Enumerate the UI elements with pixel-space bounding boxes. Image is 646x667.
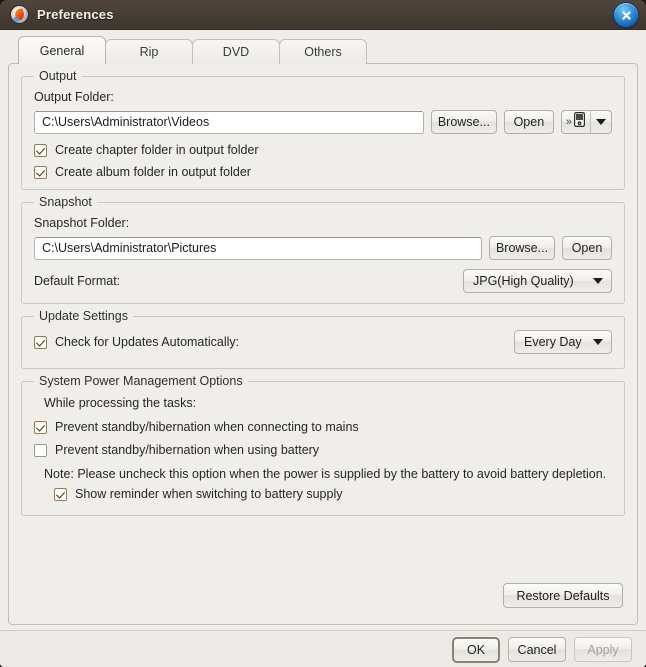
prevent-standby-battery-row[interactable]: Prevent standby/hibernation when using b… (34, 443, 612, 457)
dialog-footer: OK Cancel Apply (0, 630, 646, 667)
output-group: Output Output Folder: C:\Users\Administr… (21, 69, 625, 190)
preferences-window: Preferences General Rip DVD Others Outpu… (0, 0, 646, 667)
prevent-standby-battery-checkbox[interactable] (34, 443, 47, 457)
prevent-standby-mains-row[interactable]: Prevent standby/hibernation when connect… (34, 420, 612, 434)
update-frequency-select[interactable]: Every Day (514, 330, 612, 354)
default-format-label: Default Format: (34, 274, 121, 288)
panel-spacer (21, 516, 625, 583)
show-reminder-checkbox[interactable] (54, 487, 67, 501)
tab-panel-general: Output Output Folder: C:\Users\Administr… (8, 63, 638, 625)
update-frequency-value: Every Day (524, 335, 582, 349)
show-reminder-row[interactable]: Show reminder when switching to battery … (54, 487, 612, 501)
output-device-dropdown-arrow[interactable] (591, 111, 611, 133)
snapshot-open-button[interactable]: Open (562, 236, 612, 260)
check-updates-row[interactable]: Check for Updates Automatically: (34, 335, 239, 349)
output-browse-button[interactable]: Browse... (430, 110, 497, 134)
snapshot-folder-input[interactable]: C:\Users\Administrator\Pictures (34, 236, 482, 260)
tab-general-label: General (39, 43, 85, 58)
update-settings-group: Update Settings Check for Updates Automa… (21, 309, 625, 369)
tab-rip[interactable]: Rip (105, 39, 193, 64)
tab-general[interactable]: General (18, 36, 106, 65)
ok-button[interactable]: OK (452, 636, 500, 663)
output-folder-label: Output Folder: (34, 90, 114, 104)
disc-icon (11, 6, 28, 23)
snapshot-group-legend: Snapshot (34, 195, 97, 209)
chevron-down-icon (593, 339, 603, 345)
close-icon[interactable] (614, 3, 638, 27)
power-management-legend: System Power Management Options (34, 374, 248, 388)
output-device-button[interactable]: » (562, 111, 591, 133)
show-reminder-label: Show reminder when switching to battery … (75, 487, 343, 501)
apply-button: Apply (574, 637, 632, 662)
prevent-standby-battery-label: Prevent standby/hibernation when using b… (55, 443, 320, 457)
tab-others[interactable]: Others (279, 39, 367, 64)
output-folder-input[interactable]: C:\Users\Administrator\Videos (34, 110, 424, 134)
output-open-button[interactable]: Open (503, 110, 554, 134)
power-subtitle: While processing the tasks: (44, 396, 197, 410)
title-bar: Preferences (0, 0, 646, 30)
create-album-folder-label: Create album folder in output folder (55, 165, 251, 179)
check-updates-label: Check for Updates Automatically: (55, 335, 240, 349)
portable-device-icon (574, 112, 586, 132)
prevent-standby-mains-label: Prevent standby/hibernation when connect… (55, 420, 359, 434)
check-updates-checkbox[interactable] (34, 335, 47, 349)
restore-row: Restore Defaults (21, 583, 625, 614)
window-title: Preferences (37, 7, 114, 22)
battery-note: Note: Please uncheck this option when th… (44, 467, 607, 481)
create-chapter-folder-row[interactable]: Create chapter folder in output folder (34, 143, 612, 157)
output-device-split-button[interactable]: » (560, 110, 612, 134)
create-chapter-folder-checkbox[interactable] (34, 143, 47, 157)
default-format-select[interactable]: JPG(High Quality) (463, 269, 612, 293)
snapshot-folder-label: Snapshot Folder: (34, 216, 130, 230)
create-chapter-folder-label: Create chapter folder in output folder (55, 143, 259, 157)
power-management-group: System Power Management Options While pr… (21, 374, 625, 516)
chevron-down-icon (596, 119, 606, 125)
tab-dvd[interactable]: DVD (192, 39, 280, 64)
create-album-folder-row[interactable]: Create album folder in output folder (34, 165, 612, 179)
cancel-button[interactable]: Cancel (508, 637, 566, 662)
dialog-body: General Rip DVD Others Output Output Fol… (0, 30, 646, 667)
tab-rip-label: Rip (139, 45, 159, 59)
snapshot-browse-button[interactable]: Browse... (489, 236, 555, 260)
chevron-down-icon (593, 278, 603, 284)
default-format-value: JPG(High Quality) (473, 274, 574, 288)
update-settings-legend: Update Settings (34, 309, 133, 323)
output-group-legend: Output (34, 69, 82, 83)
tab-others-label: Others (304, 45, 342, 59)
tab-strip: General Rip DVD Others (8, 36, 638, 65)
restore-defaults-button[interactable]: Restore Defaults (503, 583, 623, 608)
create-album-folder-checkbox[interactable] (34, 165, 47, 179)
prevent-standby-mains-checkbox[interactable] (34, 420, 47, 434)
tab-dvd-label: DVD (222, 45, 250, 59)
double-chevron-right-icon: » (565, 115, 572, 128)
snapshot-group: Snapshot Snapshot Folder: C:\Users\Admin… (21, 195, 625, 304)
